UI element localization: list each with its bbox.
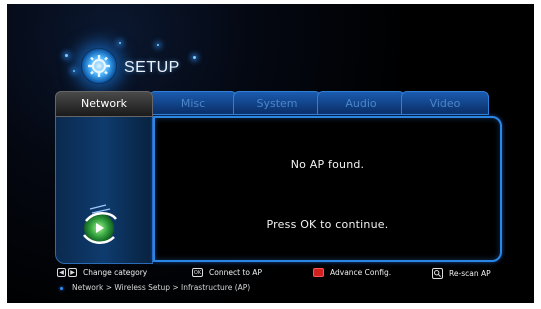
hint-label: Re-scan AP [449,269,491,278]
hint-connect-ap: OK Connect to AP [192,268,262,277]
sparkle-decoration [157,44,159,46]
tab-audio[interactable]: Audio [317,91,405,115]
hint-label: Connect to AP [209,268,262,277]
footer-hints: ◀ ▶ Change category OK Connect to AP Adva… [7,262,534,303]
ok-key-icon: OK [192,268,203,277]
breadcrumb-bullet-icon [60,287,63,290]
sparkle-decoration [65,54,68,57]
breadcrumb: Network > Wireless Setup > Infrastructur… [72,283,251,292]
sparkle-decoration [193,56,196,59]
hint-advance-config: Advance Config. [313,268,391,277]
tab-network[interactable]: Network [55,91,153,117]
status-message: No AP found. [290,158,365,171]
sparkle-decoration [73,70,75,72]
header: SETUP [7,4,534,94]
setup-screen: SETUP Network Misc System Audio Video No… [7,4,534,303]
content-panel: No AP found. Press OK to continue. [153,116,502,262]
page-title: SETUP [124,59,180,76]
instruction-message: Press OK to continue. [266,218,389,231]
hint-change-category: ◀ ▶ Change category [57,268,147,277]
sparkle-decoration [119,42,121,44]
left-right-arrow-icon: ◀ ▶ [57,268,77,277]
search-icon [432,268,443,279]
gear-icon [81,48,117,84]
tab-video[interactable]: Video [401,91,489,115]
hint-label: Change category [83,268,148,277]
hint-label: Advance Config. [330,268,392,277]
tab-misc[interactable]: Misc [149,91,237,115]
red-key-icon [313,268,324,277]
network-globe-icon [83,204,117,244]
category-panel [55,116,153,264]
hint-rescan-ap: Re-scan AP [432,268,491,279]
tab-system[interactable]: System [233,91,321,115]
